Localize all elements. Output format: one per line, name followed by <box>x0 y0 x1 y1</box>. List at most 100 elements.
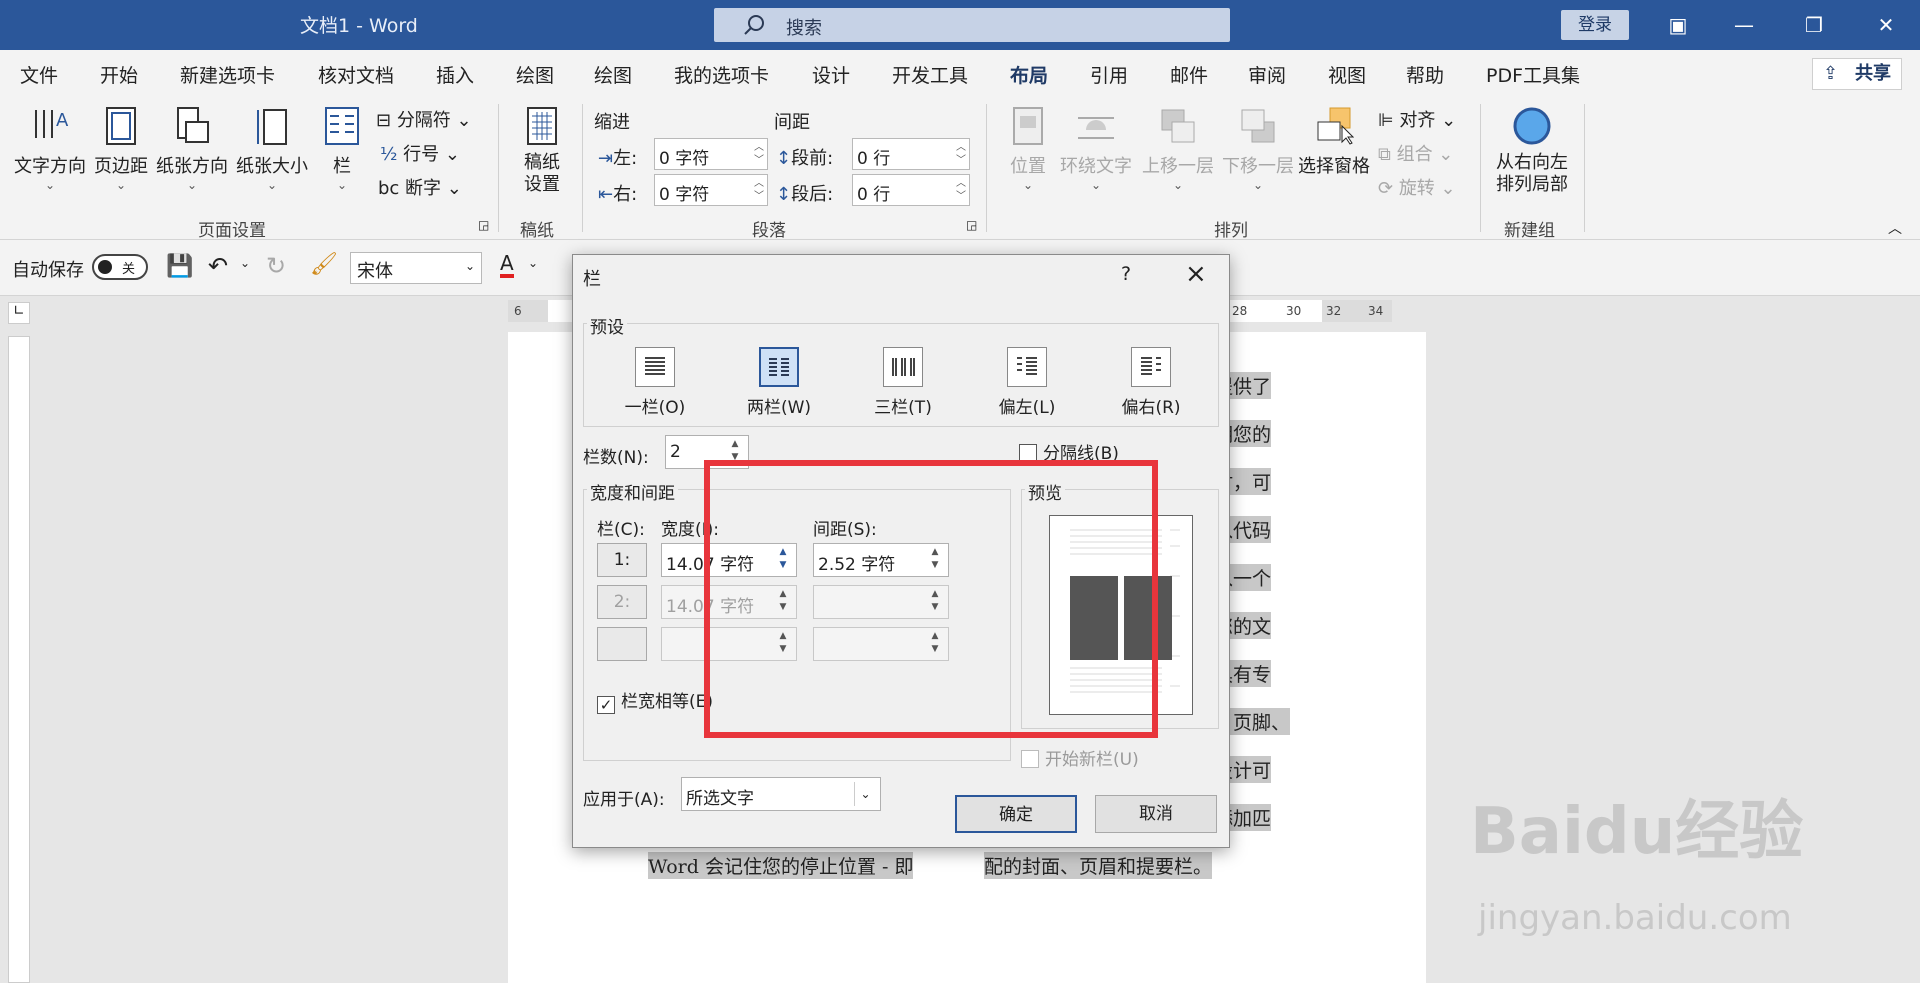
page-setup-launcher-icon[interactable]: ◲ <box>478 218 489 232</box>
share-button[interactable]: ⇪ 共享 <box>1812 58 1902 90</box>
margins-icon <box>106 107 136 145</box>
save-icon[interactable]: 💾 <box>166 254 193 279</box>
tab-review-doc[interactable]: 核对文档 <box>318 61 394 88</box>
window-title: 文档1 - Word <box>300 15 418 37</box>
tab-my[interactable]: 我的选项卡 <box>674 61 769 88</box>
indent-left-input[interactable]: 0 字符 ︿ ﹀ <box>654 138 768 170</box>
spacing-after-input[interactable]: 0 行 ︿ ﹀ <box>852 174 970 206</box>
position-button[interactable]: 位置 ⌄ <box>1008 104 1048 192</box>
font-color-dropdown-icon[interactable]: ⌄ <box>528 256 538 270</box>
close-icon[interactable]: × <box>1185 259 1207 289</box>
align-button[interactable]: ⊫ 对齐 ⌄ <box>1378 106 1456 132</box>
search-box[interactable]: 搜索 <box>714 8 1230 42</box>
columns-button[interactable]: 栏 ⌄ <box>322 104 362 192</box>
size-button[interactable]: 纸张大小 ⌄ <box>236 104 308 192</box>
one-column-icon <box>635 347 675 387</box>
rtl-layout-button[interactable]: 从右向左排列局部 <box>1492 104 1572 196</box>
preset-three[interactable]: 三栏(T) <box>863 347 943 418</box>
font-name-select[interactable]: 宋体 ⌄ <box>350 252 482 284</box>
format-painter-icon[interactable]: 🖌 <box>310 252 338 277</box>
vertical-ruler <box>8 336 30 983</box>
tab-mailings[interactable]: 邮件 <box>1170 61 1208 88</box>
selection-pane-button[interactable]: 选择窗格 <box>1298 104 1370 178</box>
paragraph-label: 段落 <box>752 221 786 241</box>
tab-help[interactable]: 帮助 <box>1406 61 1444 88</box>
tab-insert[interactable]: 插入 <box>436 61 474 88</box>
tab-view[interactable]: 视图 <box>1328 61 1366 88</box>
spinner-icon[interactable]: ︿ ﹀ <box>956 141 966 167</box>
draft-settings-button[interactable]: 稿纸设置 <box>520 104 564 196</box>
help-button[interactable]: ? <box>1121 263 1131 285</box>
spinner-icon[interactable]: ︿ ﹀ <box>956 177 966 203</box>
preset-left[interactable]: 偏左(L) <box>987 347 1067 418</box>
paper-size-icon <box>257 109 287 145</box>
indent-right-icon: ⇤ <box>598 184 614 205</box>
login-button[interactable]: 登录 <box>1561 10 1629 40</box>
margins-button[interactable]: 页边距 ⌄ <box>94 104 148 192</box>
tab-pdf[interactable]: PDF工具集 <box>1486 61 1580 88</box>
spinner-icon[interactable]: ︿ ﹀ <box>754 177 764 203</box>
send-backward-button[interactable]: 下移一层 ⌄ <box>1222 104 1294 192</box>
columns-icon <box>325 107 359 145</box>
orientation-button[interactable]: 纸张方向 ⌄ <box>156 104 228 192</box>
tab-developer[interactable]: 开发工具 <box>892 61 968 88</box>
ribbon-display-icon[interactable]: ▣ <box>1662 10 1694 40</box>
tab-new[interactable]: 新建选项卡 <box>180 61 275 88</box>
text-direction-button[interactable]: A 文字方向 ⌄ <box>14 104 86 192</box>
left-column-icon <box>1007 347 1047 387</box>
separator <box>1480 104 1481 232</box>
preset-one[interactable]: 一栏(O) <box>615 347 695 418</box>
bring-forward-button[interactable]: 上移一层 ⌄ <box>1142 104 1214 192</box>
undo-dropdown-icon[interactable]: ⌄ <box>240 256 250 270</box>
spacing-heading: 间距 <box>774 112 810 133</box>
bring-forward-icon <box>1161 109 1195 143</box>
line-numbers-button[interactable]: ½ 行号 ⌄ <box>380 140 460 166</box>
undo-icon[interactable]: ↶ <box>208 252 228 280</box>
spacing-before-label: ↕段前: <box>776 148 834 169</box>
num-cols-label: 栏数(N): <box>583 448 649 468</box>
minimize-icon[interactable]: — <box>1728 10 1760 40</box>
ok-button[interactable]: 确定 <box>955 795 1077 833</box>
tab-selector-icon[interactable]: ∟ <box>8 302 30 324</box>
tab-references[interactable]: 引用 <box>1090 61 1128 88</box>
collapse-ribbon-icon[interactable]: ︿ <box>1888 218 1902 238</box>
tab-draw-2[interactable]: 绘图 <box>594 61 632 88</box>
send-backward-icon <box>1241 109 1275 143</box>
separator <box>986 104 987 232</box>
breaks-button[interactable]: ⊟ 分隔符 ⌄ <box>376 106 472 132</box>
redo-icon[interactable]: ↻ <box>266 252 286 280</box>
tab-design[interactable]: 设计 <box>812 61 850 88</box>
spacing-before-input[interactable]: 0 行 ︿ ﹀ <box>852 138 970 170</box>
col-header: 栏(C): <box>597 520 645 540</box>
cancel-button[interactable]: 取消 <box>1095 795 1217 833</box>
wrap-text-button[interactable]: 环绕文字 ⌄ <box>1060 104 1132 192</box>
paragraph-launcher-icon[interactable]: ◲ <box>966 218 977 232</box>
hyphenation-button[interactable]: bc 断字 ⌄ <box>378 174 462 200</box>
tab-layout[interactable]: 布局 <box>1010 61 1049 97</box>
tab-draw-1[interactable]: 绘图 <box>516 61 554 88</box>
tab-review[interactable]: 审阅 <box>1248 61 1286 88</box>
spinner-icon[interactable]: ︿ ﹀ <box>754 141 764 167</box>
rotate-button[interactable]: ⟳ 旋转 ⌄ <box>1378 174 1456 200</box>
equal-width-checkbox[interactable]: ✓ 栏宽相等(E) <box>597 687 713 714</box>
restore-icon[interactable]: ❐ <box>1798 10 1830 40</box>
newgroup-label: 新建组 <box>1504 221 1555 241</box>
ribbon: A 文字方向 ⌄ 页边距 ⌄ 纸张方向 ⌄ 纸张大小 ⌄ 栏 ⌄ ⊟ 分隔符 ⌄ ½ 行号… <box>0 94 1920 241</box>
preset-two[interactable]: 两栏(W) <box>739 347 819 418</box>
group-button[interactable]: ⧉ 组合 ⌄ <box>1378 140 1453 166</box>
font-color-icon[interactable]: A <box>500 252 514 278</box>
two-columns-icon <box>759 347 799 387</box>
checkmark-icon: ✓ <box>597 696 615 714</box>
spacing-after-label: ↕段后: <box>776 184 834 205</box>
tab-file[interactable]: 文件 <box>20 61 58 88</box>
close-window-icon[interactable]: ✕ <box>1870 10 1902 40</box>
indent-right-input[interactable]: 0 字符 ︿ ﹀ <box>654 174 768 206</box>
circle-icon <box>1513 107 1551 145</box>
preset-right[interactable]: 偏右(R) <box>1111 347 1191 418</box>
autosave-toggle[interactable]: 关 <box>92 254 148 280</box>
apply-to-select[interactable]: 所选文字 ⌄ <box>681 777 881 811</box>
presets-label: 预设 <box>587 313 627 338</box>
new-column-checkbox[interactable]: 开始新栏(U) <box>1021 745 1139 770</box>
hyphenation-icon: bc <box>378 178 406 199</box>
tab-home[interactable]: 开始 <box>100 61 138 88</box>
